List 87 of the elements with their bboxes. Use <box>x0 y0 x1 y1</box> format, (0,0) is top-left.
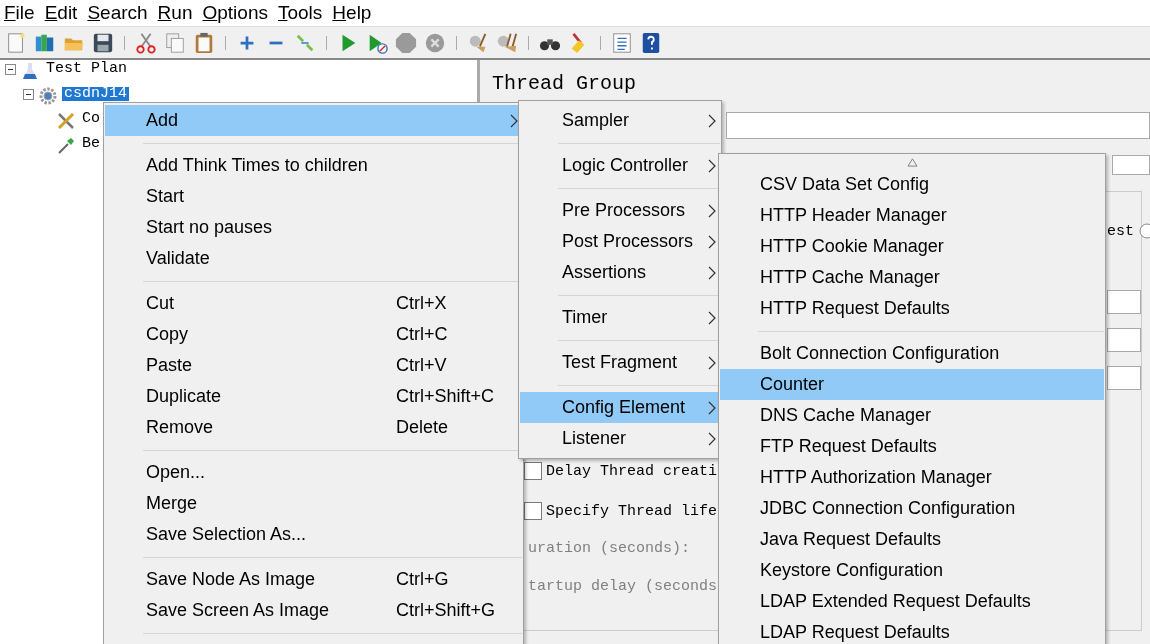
shortcut-text: Ctrl+Shift+G <box>396 600 496 621</box>
menu-bar-item[interactable]: Help <box>332 2 372 24</box>
checkbox[interactable] <box>524 462 542 480</box>
collapse-icon[interactable] <box>5 64 16 75</box>
stop-icon <box>395 31 417 54</box>
broom-icon[interactable] <box>467 31 489 54</box>
menu-item[interactable]: Save Node As Image Ctrl+G <box>105 564 522 595</box>
input-field[interactable] <box>1107 290 1141 314</box>
tree-item[interactable]: Co <box>80 112 102 126</box>
checkbox[interactable] <box>524 502 542 520</box>
tree-item[interactable]: csdnJ14 <box>62 87 129 101</box>
menu-item[interactable]: Merge <box>105 488 522 519</box>
checkbox-label: Specify Thread life <box>546 502 718 520</box>
flask-icon <box>21 62 39 80</box>
scissors-icon[interactable] <box>135 31 157 54</box>
menu-item[interactable]: Validate <box>105 243 522 274</box>
menu-item[interactable]: HTTP Authorization Manager <box>720 462 1104 493</box>
menu-item[interactable]: Bolt Connection Configuration <box>720 338 1104 369</box>
input-field[interactable] <box>1107 328 1141 352</box>
menu-item[interactable]: Add Think Times to children <box>105 150 522 181</box>
menu-bar-item[interactable]: File <box>4 2 35 24</box>
menu-item[interactable]: Test Fragment <box>520 347 720 378</box>
shortcut-text: Delete <box>396 417 449 438</box>
menu-item[interactable]: Sampler <box>520 105 720 136</box>
dropper-icon <box>57 137 75 155</box>
menu-item[interactable]: Save Selection As... <box>105 519 522 550</box>
menu-item[interactable]: Remove Delete <box>105 412 522 443</box>
input-field[interactable] <box>1107 366 1141 390</box>
scroll-up-icon[interactable] <box>906 157 918 167</box>
help-icon[interactable] <box>640 31 662 54</box>
broom-icon[interactable] <box>496 31 518 54</box>
menu-item[interactable]: HTTP Cache Manager <box>720 262 1104 293</box>
menu-item[interactable]: Keystore Configuration <box>720 555 1104 586</box>
menu-item[interactable]: HTTP Request Defaults <box>720 293 1104 324</box>
shortcut-text: Ctrl+G <box>396 569 449 590</box>
gear-icon <box>39 87 57 105</box>
menu-item[interactable]: Duplicate Ctrl+Shift+C <box>105 381 522 412</box>
copy-icon[interactable] <box>164 31 186 54</box>
menu-item[interactable]: Counter <box>720 369 1104 400</box>
option-label: est <box>1107 222 1134 240</box>
menu-item[interactable]: HTTP Header Manager <box>720 200 1104 231</box>
menu-bar-item[interactable]: Options <box>202 2 268 24</box>
menu-item[interactable]: Copy Ctrl+C <box>105 319 522 350</box>
tools-icon <box>57 112 75 130</box>
menu-item[interactable]: JDBC Connection Configuration <box>720 493 1104 524</box>
menu-bar-item[interactable]: Edit <box>44 2 78 24</box>
menu-item[interactable]: Cut Ctrl+X <box>105 288 522 319</box>
menu-item[interactable]: Post Processors <box>520 226 720 257</box>
menu-item[interactable]: CSV Data Set Config <box>720 169 1104 200</box>
menu-item[interactable]: Save Screen As Image Ctrl+Shift+G <box>105 595 522 626</box>
menu-item[interactable]: HTTP Cookie Manager <box>720 231 1104 262</box>
menu-item[interactable]: LDAP Request Defaults <box>720 617 1104 644</box>
tree-item[interactable]: Be <box>80 137 102 151</box>
menu-item[interactable]: Start <box>105 181 522 212</box>
shortcut-text: Ctrl+Shift+C <box>396 386 495 407</box>
comments-field[interactable] <box>1112 155 1150 175</box>
shortcut-text: Ctrl+X <box>396 293 447 314</box>
name-field[interactable] <box>726 112 1150 139</box>
field-label: uration (seconds): <box>528 540 691 559</box>
menu-item[interactable]: FTP Request Defaults <box>720 431 1104 462</box>
save-icon[interactable] <box>92 31 114 54</box>
menu-item[interactable]: DNS Cache Manager <box>720 400 1104 431</box>
clipboard-icon[interactable] <box>193 31 215 54</box>
panel-title: Thread Group <box>492 72 638 97</box>
shortcut-text: Ctrl+C <box>396 324 448 345</box>
menu-item[interactable]: Pre Processors <box>520 195 720 226</box>
menu-bar-item[interactable]: Run <box>157 2 193 24</box>
menu-item[interactable]: Assertions <box>520 257 720 288</box>
menu-item[interactable]: Timer <box>520 302 720 333</box>
list-icon[interactable] <box>611 31 633 54</box>
field-label: tartup delay (seconds <box>528 578 718 597</box>
menu-item[interactable]: Java Request Defaults <box>720 524 1104 555</box>
menu-bar-item[interactable]: Tools <box>277 2 323 24</box>
menu-item[interactable]: Config Element <box>520 392 720 423</box>
menu-item[interactable]: Start no pauses <box>105 212 522 243</box>
menu-item[interactable]: Logic Controller <box>520 150 720 181</box>
collapse-icon[interactable] <box>23 89 34 100</box>
shutdown-icon <box>424 31 446 54</box>
shortcut-text: Ctrl+V <box>396 355 447 376</box>
menu-item[interactable]: LDAP Extended Request Defaults <box>720 586 1104 617</box>
new-file-icon[interactable] <box>5 31 27 54</box>
menu-item[interactable]: Listener <box>520 423 720 454</box>
menu-item[interactable]: Open... <box>105 457 522 488</box>
menu-bar-item[interactable]: Search <box>87 2 148 24</box>
checkbox-label: Delay Thread creati <box>546 462 718 480</box>
tree-item[interactable]: Test Plan <box>44 62 129 76</box>
menu-item[interactable]: Paste Ctrl+V <box>105 350 522 381</box>
